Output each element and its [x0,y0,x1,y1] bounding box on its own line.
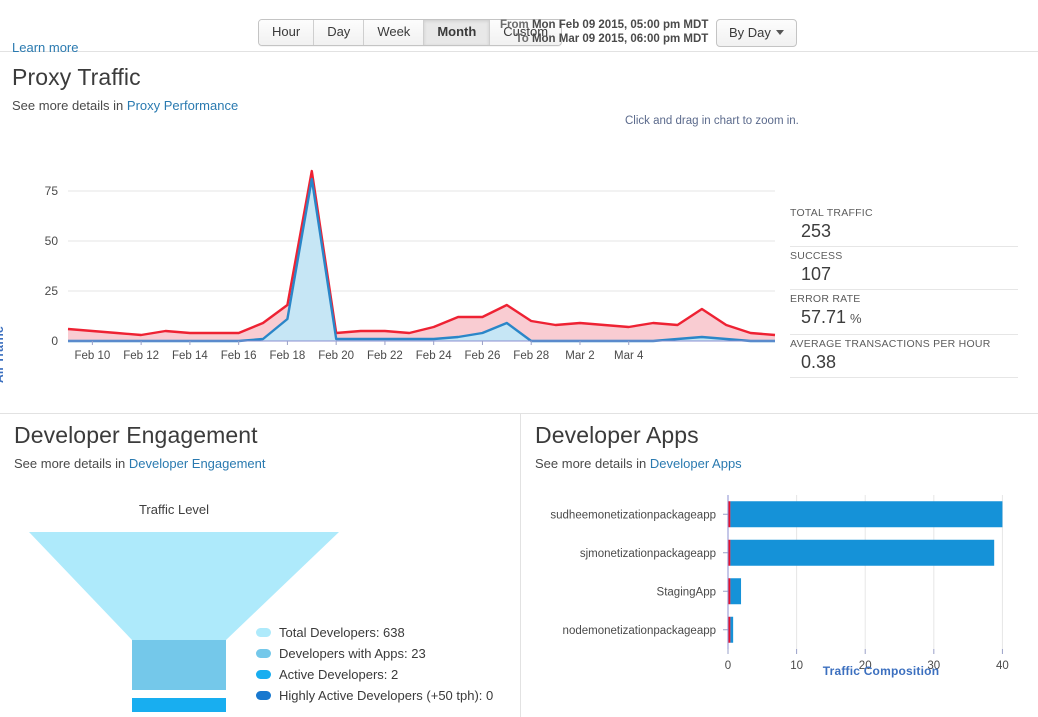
by-day-label: By Day [729,25,771,40]
stat-avg-tph-value: 0.38 [790,351,1018,373]
stat-total-traffic: TOTAL TRAFFIC 253 [790,204,1018,247]
legend-label-total-developers: Total Developers: 638 [279,622,405,643]
stat-total-traffic-label: TOTAL TRAFFIC [790,207,1018,219]
svg-text:Feb 14: Feb 14 [172,350,208,362]
legend-label-active-developers: Active Developers: 2 [279,664,398,685]
developer-apps-chart[interactable]: sudheemonetizationpackageapp sjmonetizati… [531,489,1031,679]
proxy-chart-y-axis-label: All Traffic [0,326,6,383]
page-title: Proxy Traffic [12,64,238,91]
date-from-value: Mon Feb 09 2015, 05:00 pm MDT [532,19,708,31]
date-to-label: To [516,33,529,45]
date-to-value: Mon Mar 09 2015, 06:00 pm MDT [532,33,708,45]
granularity-button-month[interactable]: Month [424,20,490,45]
legend-item-total-developers[interactable]: Total Developers: 638 [256,622,493,643]
legend-swatch-icon [256,628,271,637]
developer-apps-link[interactable]: Developer Apps [650,456,742,471]
developer-engagement-link[interactable]: Developer Engagement [129,456,266,471]
svg-text:Feb 26: Feb 26 [465,350,501,362]
stat-error-rate-value: 57.71 [801,307,846,327]
developer-engagement-panel: Developer Engagement See more details in… [0,414,521,717]
chevron-down-icon [776,30,784,35]
svg-text:Feb 22: Feb 22 [367,350,403,362]
svg-text:Feb 28: Feb 28 [513,350,549,362]
stat-error-rate: ERROR RATE 57.71% [790,290,1018,335]
stat-success: SUCCESS 107 [790,247,1018,290]
svg-text:sjmonetizationpackageapp: sjmonetizationpackageapp [580,548,716,560]
developer-apps-title: Developer Apps [535,422,742,449]
proxy-traffic-panel: Proxy Traffic See more details in Proxy … [0,52,1038,414]
stat-error-rate-unit: % [850,311,862,326]
developer-apps-header: Developer Apps See more details in Devel… [535,422,742,471]
legend-item-active-developers[interactable]: Active Developers: 2 [256,664,493,685]
proxy-stats-list: TOTAL TRAFFIC 253 SUCCESS 107 ERROR RATE… [790,204,1018,378]
svg-text:Feb 16: Feb 16 [221,350,257,362]
top-toolbar: Learn more Hour Day Week Month Custom Fr… [0,0,1038,52]
stat-avg-transactions-per-hour: AVERAGE TRANSACTIONS PER HOUR 0.38 [790,335,1018,378]
legend-item-highly-active-developers[interactable]: Highly Active Developers (+50 tph): 0 [256,685,493,706]
legend-label-developers-with-apps: Developers with Apps: 23 [279,643,426,664]
stat-error-rate-value-row: 57.71% [790,306,1018,330]
svg-text:Mar 4: Mar 4 [614,350,644,362]
svg-text:75: 75 [45,184,59,198]
developer-apps-x-axis-label: Traffic Composition [711,664,1038,678]
svg-text:Feb 20: Feb 20 [318,350,354,362]
proxy-traffic-chart-svg[interactable]: 0 25 50 75 Feb 10 Feb 12 Feb 14 Feb 16 Feb 18 Feb… [0,147,780,402]
by-day-dropdown[interactable]: By Day [716,19,797,47]
stat-success-value: 107 [790,263,1018,285]
developer-apps-subtitle: See more details in Developer Apps [535,456,742,471]
developer-engagement-subtitle-text: See more details in [14,456,129,471]
svg-text:sudheemonetizationpackageapp: sudheemonetizationpackageapp [550,509,716,521]
granularity-button-week[interactable]: Week [364,20,424,45]
stat-total-traffic-value: 253 [790,220,1018,242]
legend-swatch-icon [256,670,271,679]
funnel-legend: Total Developers: 638 Developers with Ap… [256,622,493,706]
svg-text:25: 25 [45,284,59,298]
proxy-subtitle: See more details in Proxy Performance [12,98,238,113]
date-range-display: From Mon Feb 09 2015, 05:00 pm MDT To Mo… [500,18,708,46]
proxy-traffic-chart[interactable]: All Traffic 0 25 50 75 Feb 10 Feb 12 Feb 14 Feb… [0,147,780,402]
developer-apps-chart-svg[interactable]: sudheemonetizationpackageapp sjmonetizati… [531,489,1031,674]
dashboard-page: Learn more Hour Day Week Month Custom Fr… [0,0,1038,717]
developer-engagement-title: Developer Engagement [14,422,266,449]
stat-avg-tph-label: AVERAGE TRANSACTIONS PER HOUR [790,338,1018,350]
developer-engagement-subtitle: See more details in Developer Engagement [14,456,266,471]
stat-success-label: SUCCESS [790,250,1018,262]
svg-text:Feb 24: Feb 24 [416,350,452,362]
svg-text:0: 0 [51,334,58,348]
funnel-chart-title: Traffic Level [0,502,348,517]
granularity-button-day[interactable]: Day [314,20,364,45]
svg-text:50: 50 [45,234,59,248]
legend-swatch-icon [256,691,271,700]
svg-text:Feb 12: Feb 12 [123,350,159,362]
stat-error-rate-label: ERROR RATE [790,293,1018,305]
svg-text:StagingApp: StagingApp [657,586,716,598]
granularity-button-hour[interactable]: Hour [259,20,314,45]
svg-text:Feb 18: Feb 18 [270,350,306,362]
developer-engagement-header: Developer Engagement See more details in… [14,422,266,471]
proxy-subtitle-text: See more details in [12,98,127,113]
chart-zoom-hint: Click and drag in chart to zoom in. [625,115,799,127]
proxy-performance-link[interactable]: Proxy Performance [127,98,238,113]
bottom-panels: Developer Engagement See more details in… [0,414,1038,717]
date-from-label: From [500,19,529,31]
legend-label-highly-active-developers: Highly Active Developers (+50 tph): 0 [279,685,493,706]
proxy-traffic-header: Proxy Traffic See more details in Proxy … [12,64,238,113]
developer-apps-panel: Developer Apps See more details in Devel… [521,414,1038,717]
svg-text:nodemonetizationpackageapp: nodemonetizationpackageapp [563,625,716,637]
svg-text:Mar 2: Mar 2 [565,350,594,362]
svg-text:Feb 10: Feb 10 [74,350,110,362]
developer-apps-subtitle-text: See more details in [535,456,650,471]
legend-swatch-icon [256,649,271,658]
legend-item-developers-with-apps[interactable]: Developers with Apps: 23 [256,643,493,664]
